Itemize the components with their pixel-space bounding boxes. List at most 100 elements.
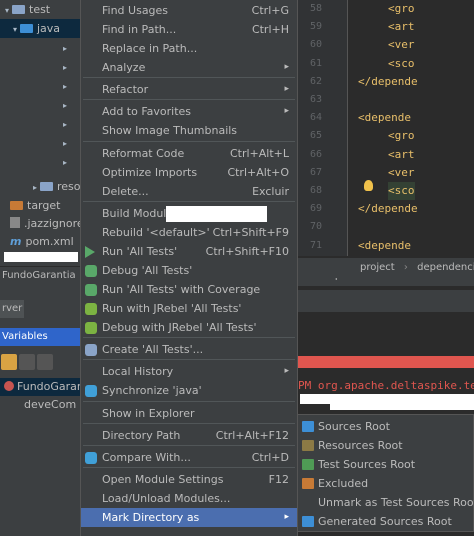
line-number: 59 <box>309 21 322 33</box>
menu-item-find-usages[interactable]: Find Usages Ctrl+G <box>81 1 297 20</box>
tree-item-target[interactable]: target <box>0 196 82 215</box>
menu-item-compare-with[interactable]: Compare With... Ctrl+D <box>81 448 297 467</box>
code-line[interactable]: <ver <box>388 164 415 182</box>
submenu-item-unmark-as-test-sources-root[interactable]: Unmark as Test Sources Root <box>298 493 474 512</box>
menu-item-run-all-tests[interactable]: Run 'All Tests' Ctrl+Shift+F10 <box>81 242 297 261</box>
submenu-item-label: Test Sources Root <box>318 458 416 471</box>
menu-item-rebuild-default[interactable]: Rebuild '<default>' Ctrl+Shift+F9 <box>81 223 297 242</box>
code-line[interactable]: <depende <box>358 237 411 255</box>
server-tab[interactable]: rver <box>0 300 24 318</box>
menu-item-show-image-thumbnails[interactable]: Show Image Thumbnails <box>81 121 297 140</box>
menu-item-refactor[interactable]: Refactor ▸ <box>81 80 297 99</box>
folder-icon <box>20 24 33 33</box>
collapsed-arrow-icon[interactable]: ▸ <box>60 96 70 114</box>
menu-item-label: Refactor <box>102 83 149 96</box>
code-line[interactable]: <sco <box>388 182 415 200</box>
tree-item-resources[interactable]: ▸resources <box>0 177 82 196</box>
code-line[interactable]: <art <box>388 18 415 36</box>
test-failure-bar <box>298 356 474 368</box>
breadcrumb: project › dependencie <box>298 258 474 278</box>
menu-item-label: Replace in Path... <box>102 42 198 55</box>
expand-arrow-icon[interactable]: ▾ <box>10 20 20 38</box>
menu-item-find-in-path[interactable]: Find in Path... Ctrl+H <box>81 20 297 39</box>
tree-child[interactable]: ▸ <box>0 95 82 114</box>
menu-item-load-unload-modules[interactable]: Load/Unload Modules... <box>81 489 297 508</box>
code-line[interactable]: <depende <box>358 109 411 127</box>
menu-item-add-to-favorites[interactable]: Add to Favorites ▸ <box>81 102 297 121</box>
collapsed-arrow-icon[interactable]: ▸ <box>60 58 70 76</box>
collapsed-arrow-icon[interactable]: ▸ <box>30 178 40 196</box>
menu-item-directory-path[interactable]: Directory Path Ctrl+Alt+F12 <box>81 426 297 445</box>
code-line[interactable]: <gro <box>388 0 415 18</box>
menu-separator <box>83 141 295 142</box>
frames-icon[interactable] <box>1 354 17 370</box>
code-line[interactable]: <art <box>388 146 415 164</box>
tree-child[interactable]: ▸ <box>0 57 82 76</box>
folder-icon <box>40 182 53 191</box>
code-line[interactable]: <sco <box>388 55 415 73</box>
tree-child[interactable]: ▸ <box>0 38 82 57</box>
line-number: 66 <box>309 148 322 160</box>
line-number: 67 <box>309 166 322 178</box>
menu-item-run-with-jrebel-all-tests[interactable]: Run with JRebel 'All Tests' <box>81 299 297 318</box>
tree-item-test[interactable]: ▾ test <box>0 0 82 19</box>
menu-item-show-in-explorer[interactable]: Show in Explorer <box>81 404 297 423</box>
collapsed-arrow-icon[interactable]: ▸ <box>60 153 70 171</box>
sync-icon <box>85 385 97 397</box>
submenu-item-sources-root[interactable]: Sources Root <box>298 417 473 436</box>
tree-child[interactable]: ▸ <box>0 114 82 133</box>
code-line[interactable]: </depende <box>358 200 418 218</box>
menu-item-local-history[interactable]: Local History ▸ <box>81 362 297 381</box>
create-test-icon <box>85 344 97 356</box>
collapsed-arrow-icon[interactable]: ▸ <box>60 39 70 57</box>
menu-item-delete[interactable]: Delete... Excluir <box>81 182 297 201</box>
breadcrumb-item[interactable]: project <box>360 262 395 273</box>
menu-item-analyze[interactable]: Analyze ▸ <box>81 58 297 77</box>
menu-item-debug-with-jrebel-all-tests[interactable]: Debug with JRebel 'All Tests' <box>81 318 297 337</box>
sort-icon[interactable] <box>19 354 35 370</box>
menu-item-synchronize-java[interactable]: Synchronize 'java' <box>81 381 297 400</box>
tree-child[interactable]: ▸ <box>0 133 82 152</box>
collapsed-arrow-icon[interactable]: ▸ <box>60 77 70 95</box>
collapsed-arrow-icon[interactable]: ▸ <box>60 134 70 152</box>
submenu-item-generated-sources-root[interactable]: Generated Sources Root <box>298 512 473 531</box>
menu-item-create-all-tests[interactable]: Create 'All Tests'... <box>81 340 297 359</box>
tree-item-jazzignore[interactable]: .jazzignore <box>0 214 82 233</box>
menu-item-label: Debug with JRebel 'All Tests' <box>102 321 257 334</box>
menu-item-mark-directory-as[interactable]: Mark Directory as ▸ <box>81 508 297 527</box>
menu-item-reformat-code[interactable]: Reformat Code Ctrl+Alt+L <box>81 144 297 163</box>
tree-child[interactable]: ▸ <box>0 76 82 95</box>
breadcrumb-item[interactable]: dependencie <box>417 262 474 273</box>
code-line[interactable]: <ver <box>388 36 415 54</box>
test-row[interactable]: FundoGarantia <box>0 378 82 396</box>
menu-item-shortcut: Ctrl+Alt+O <box>227 166 289 179</box>
menu-item-run-all-tests-with-coverage[interactable]: Run 'All Tests' with Coverage <box>81 280 297 299</box>
project-tree: ▾test ▾java ▸ ▸ ▸ ▸ ▸ ▸ ▸ ▸resources tar… <box>0 0 82 266</box>
line-number: 63 <box>309 94 322 105</box>
code-line[interactable]: </depende <box>358 73 418 91</box>
submenu-item-test-sources-root[interactable]: Test Sources Root <box>298 455 473 474</box>
submenu-item-excluded[interactable]: Excluded <box>298 474 473 493</box>
tree-item-java[interactable]: ▾ java <box>0 19 82 38</box>
run-config-title[interactable]: FundoGarantia <box>0 266 82 286</box>
submenu-arrow-icon: ▸ <box>284 62 289 72</box>
menu-item-label: Create 'All Tests'... <box>102 343 204 356</box>
expand-arrow-icon[interactable]: ▾ <box>2 1 12 19</box>
submenu-item-resources-root[interactable]: Resources Root <box>298 436 473 455</box>
menu-item-label: Compare With... <box>102 451 191 464</box>
test-row[interactable]: deveCom <box>0 396 82 414</box>
code-line[interactable]: <gro <box>388 127 415 145</box>
tree-item-pom[interactable]: m pom.xml <box>0 232 82 251</box>
jrebel-debug-icon <box>85 322 97 334</box>
menu-item-open-module-settings[interactable]: Open Module Settings F12 <box>81 470 297 489</box>
line-number: 58 <box>309 3 322 14</box>
menu-item-replace-in-path[interactable]: Replace in Path... <box>81 39 297 58</box>
collapsed-arrow-icon[interactable]: ▸ <box>60 115 70 133</box>
lightbulb-icon[interactable] <box>364 180 373 191</box>
variables-tab[interactable]: Variables <box>0 328 82 346</box>
filter-icon[interactable] <box>37 354 53 370</box>
menu-item-debug-all-tests[interactable]: Debug 'All Tests' <box>81 261 297 280</box>
file-icon <box>10 217 20 228</box>
menu-item-optimize-imports[interactable]: Optimize Imports Ctrl+Alt+O <box>81 163 297 182</box>
tree-child[interactable]: ▸ <box>0 152 82 171</box>
